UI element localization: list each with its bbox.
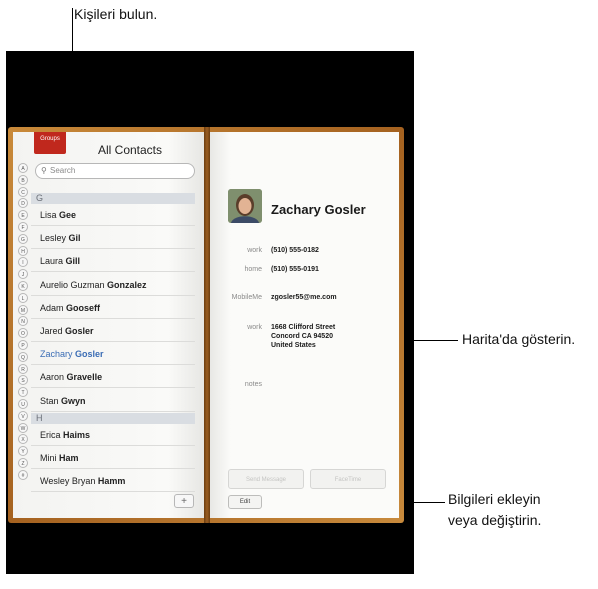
contact-last-name: Haims [63, 429, 91, 440]
contact-last-name: Gonzalez [107, 279, 147, 290]
add-or-edit-callout-line2: veya değiştirin. [448, 512, 542, 528]
contact-row[interactable]: Lisa Gee [31, 204, 195, 226]
contact-row[interactable]: Mini Ham [31, 447, 195, 469]
work-phone-value[interactable]: (510) 555-0182 [271, 246, 319, 255]
contact-first-name: Laura [40, 256, 64, 267]
contact-last-name: Gil [68, 233, 81, 244]
section-header: G [31, 193, 195, 204]
contact-row[interactable]: Adam Gooseff [31, 297, 195, 319]
contact-first-name: Lisa [40, 210, 57, 220]
index-letter[interactable]: R [18, 363, 28, 374]
edit-button[interactable]: Edit [228, 495, 262, 509]
contact-row[interactable]: Zachary Gosler [31, 343, 195, 366]
index-letter[interactable]: Q [18, 351, 28, 362]
index-letter[interactable]: M [18, 304, 28, 315]
contact-row[interactable]: Lesley Gil [31, 227, 195, 250]
index-letter[interactable]: Z [18, 458, 28, 468]
contact-name: Zachary Gosler [271, 202, 366, 217]
contact-first-name: Adam [40, 302, 64, 313]
index-letter[interactable]: L [18, 292, 28, 303]
index-letter[interactable]: B [18, 174, 28, 185]
contact-row[interactable]: Laura Gill [31, 250, 195, 273]
search-icon: ⚲ [41, 166, 47, 175]
show-in-maps-callout: Harita'da gösterin. [462, 331, 576, 347]
address-line-2: Concord CA 94520 [271, 333, 333, 340]
add-contact-button[interactable]: + [174, 494, 194, 508]
contact-first-name: Stan [40, 395, 59, 406]
contact-last-name: Gee [59, 210, 77, 220]
page-title: All Contacts [97, 143, 163, 157]
index-letter[interactable]: # [18, 469, 28, 480]
home-phone-label: home [244, 266, 262, 273]
contact-row[interactable]: Aaron Gravelle [31, 366, 195, 389]
contact-row[interactable]: Erica Haims [31, 424, 195, 446]
contact-last-name: Ham [59, 453, 79, 463]
index-letter[interactable]: H [18, 245, 28, 256]
address-line-3: United States [271, 342, 316, 349]
contact-last-name: Gill [65, 256, 81, 267]
contact-first-name: Erica [40, 429, 61, 440]
index-letter[interactable]: V [18, 410, 28, 421]
index-letter[interactable]: C [18, 186, 28, 197]
find-contacts-callout: Kişileri bulun. [74, 6, 158, 22]
contact-last-name: Hamm [97, 476, 126, 487]
contact-first-name: Jared [40, 326, 63, 336]
add-or-edit-callout-line1: Bilgileri ekleyin [448, 491, 541, 507]
index-letter[interactable]: G [18, 233, 28, 244]
search-placeholder: Search [50, 166, 76, 175]
mobileme-label: MobileMe [231, 294, 262, 301]
contact-last-name: Gosler [75, 349, 104, 360]
index-letter[interactable]: K [18, 281, 28, 291]
avatar [228, 189, 262, 223]
notes-label: notes [244, 381, 262, 388]
index-letter[interactable]: F [18, 222, 28, 232]
index-letter[interactable]: W [18, 422, 28, 433]
contact-row[interactable]: Wesley Bryan Hamm [31, 470, 195, 493]
contact-last-name: Gravelle [66, 372, 103, 383]
contact-last-name: Gwyn [61, 395, 86, 406]
contact-first-name: Aaron [40, 372, 65, 383]
send-message-button: Send Message [228, 469, 304, 489]
work-address-label: work [247, 324, 262, 331]
index-letter[interactable]: A [18, 163, 28, 173]
contact-first-name: Wesley Bryan [40, 476, 96, 487]
contact-row[interactable]: Jared Gosler [31, 320, 195, 342]
contact-row[interactable]: Aurelio Guzman Gonzalez [31, 274, 195, 296]
search-input[interactable]: ⚲ Search [35, 163, 195, 179]
mobileme-email-value[interactable]: zgosler55@me.com [271, 293, 337, 302]
home-phone-value[interactable]: (510) 555-0191 [271, 265, 319, 274]
index-letter[interactable]: P [18, 340, 28, 350]
index-letter[interactable]: U [18, 399, 28, 409]
contact-first-name: Mini [40, 453, 57, 463]
contact-last-name: Gosler [65, 326, 94, 336]
address-line-1: 1668 Clifford Street [271, 324, 336, 331]
section-header: H [31, 412, 195, 424]
book-spine [204, 127, 210, 523]
contact-last-name: Gooseff [66, 302, 101, 313]
contact-row[interactable]: Stan Gwyn [31, 390, 195, 412]
work-address-value[interactable]: 1668 Clifford Street Concord CA 94520 Un… [271, 323, 335, 350]
facetime-button: FaceTime [310, 469, 386, 489]
contact-first-name: Zachary [40, 349, 73, 360]
contact-first-name: Lesley [40, 233, 67, 244]
contact-first-name: Aurelio Guzman [40, 279, 105, 290]
work-phone-label: work [247, 247, 262, 254]
groups-button[interactable]: Groups [34, 132, 66, 154]
